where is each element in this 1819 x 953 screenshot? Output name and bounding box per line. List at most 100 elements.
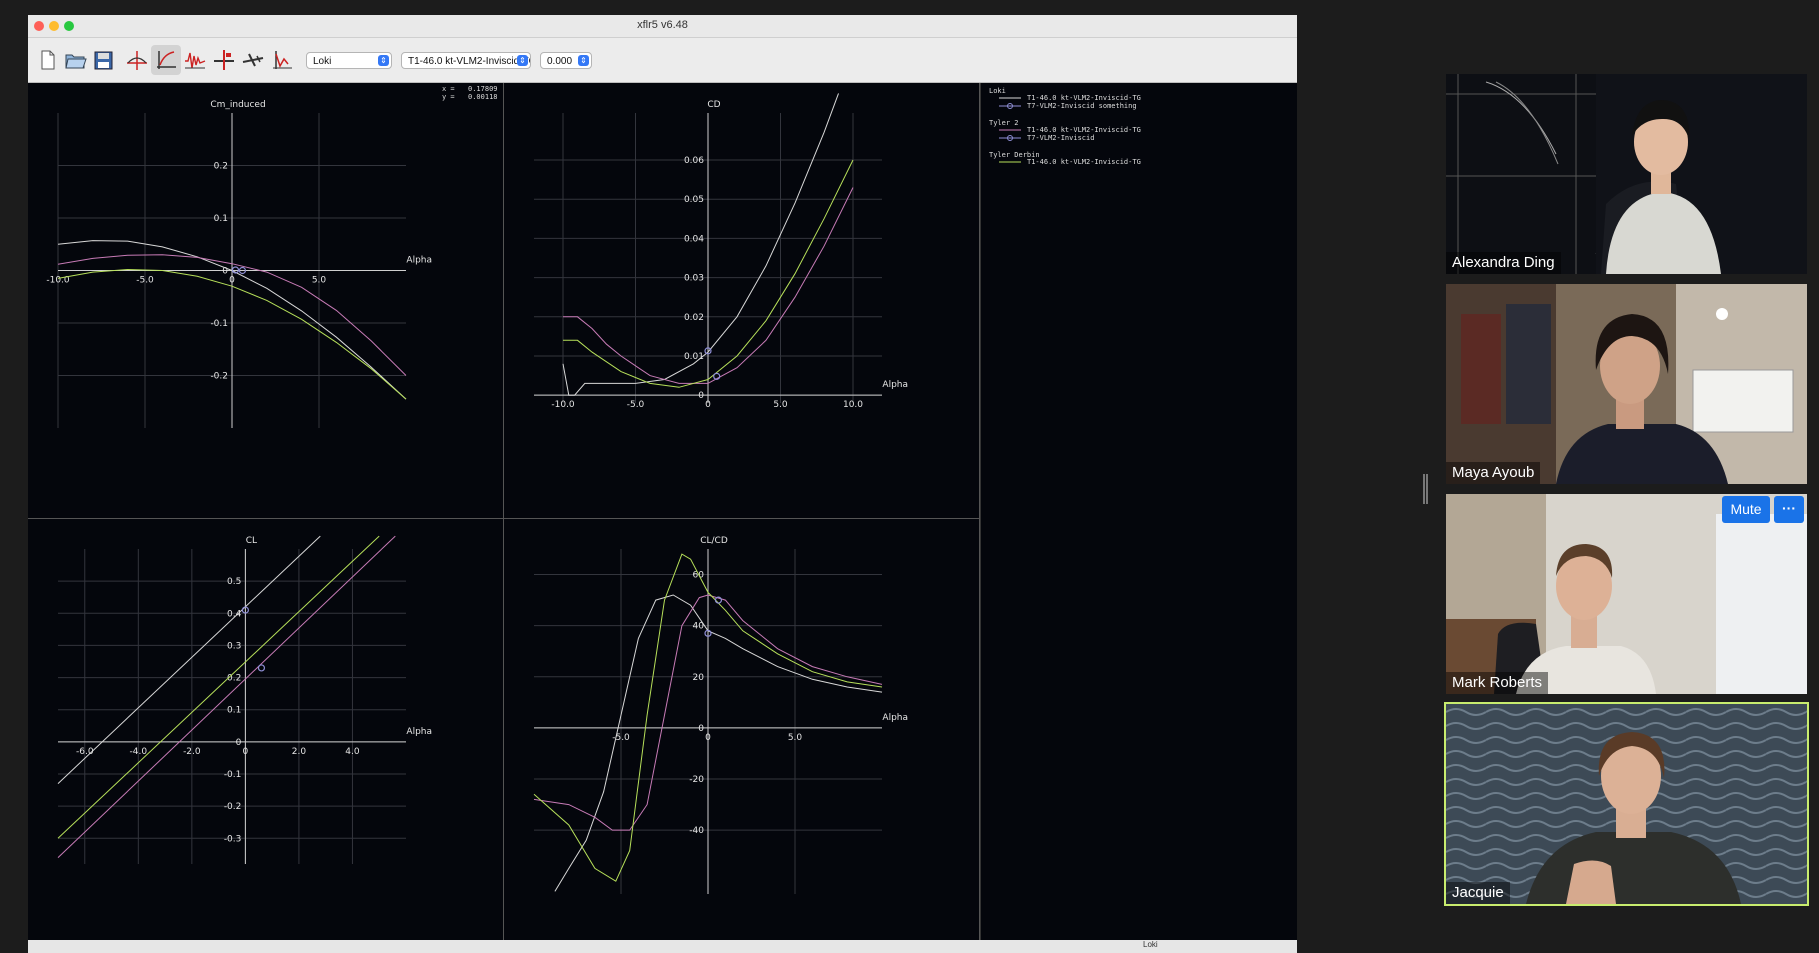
video-tile-alexandra[interactable]: Alexandra Ding xyxy=(1446,74,1807,274)
y-tick-label: 0.04 xyxy=(684,234,704,244)
waveform-icon xyxy=(185,52,206,69)
legend-entry-label: T7-VLM2-Inviscid something xyxy=(1027,102,1137,110)
more-options-button[interactable]: ··· xyxy=(1774,496,1804,523)
cd-chart: -10.0 -5.0 0 5.0 10.0 0.06 0.05 0.04 0.03 0.02 0.0… xyxy=(534,93,908,410)
legend-group-name: Tyler 2 xyxy=(989,119,1019,127)
x-tick-label: 0 xyxy=(705,733,711,743)
x-axis-label: Alpha xyxy=(882,713,908,723)
y-tick-label: 0.05 xyxy=(684,195,704,205)
polar-icon xyxy=(157,51,176,69)
toolbar: Loki ⇕ T1-46.0 kt-VLM2-Inviscid-TG ⇕ 0.0… xyxy=(28,38,1297,83)
mute-participant-button[interactable]: Mute xyxy=(1722,496,1770,523)
chart-title: CL xyxy=(246,536,257,546)
x-tick-label: 4.0 xyxy=(345,747,360,757)
polar-view-button[interactable] xyxy=(151,45,181,75)
status-bar: Loki xyxy=(28,940,1297,953)
y-tick-label: 60 xyxy=(693,571,705,581)
video-tile-mark[interactable]: Mark Roberts xyxy=(1446,494,1807,694)
x-axis-label: Alpha xyxy=(882,380,908,390)
open-folder-icon xyxy=(65,54,87,69)
participant-name: Maya Ayoub xyxy=(1446,462,1541,484)
cl-cd-graph[interactable]: -5.0 0 5.0 60 40 20 0 -20 -40 CL/CD Alpha xyxy=(504,519,980,953)
video-tile-maya[interactable]: Maya Ayoub xyxy=(1446,284,1807,484)
x-tick-label: 0 xyxy=(243,747,249,757)
cm-induced-graph[interactable]: -10.0 -5.0 0 5.0 0.2 0.1 0 -0.1 -0.2 Cm_induced Al… xyxy=(28,83,504,519)
y-tick-label: -0.2 xyxy=(210,372,228,382)
stability-view-button[interactable] xyxy=(267,45,297,75)
x-tick-label: -5.0 xyxy=(627,400,645,410)
chevron-updown-icon: ⇕ xyxy=(378,55,389,66)
x-tick-label: 5.0 xyxy=(312,276,327,286)
y-tick-label: 0.1 xyxy=(227,706,241,716)
opp-view-button[interactable] xyxy=(180,45,210,75)
x-tick-label: -10.0 xyxy=(551,400,575,410)
legend-entry-label: T1-46.0 kt-VLM2-Inviscid-TG xyxy=(1027,126,1141,134)
chevron-updown-icon: ⇕ xyxy=(578,55,589,66)
y-tick-label: -40 xyxy=(689,826,704,836)
y-tick-label: -0.1 xyxy=(210,319,228,329)
y-tick-label: 20 xyxy=(693,673,705,683)
participant-video xyxy=(1446,494,1807,694)
y-tick-label: -20 xyxy=(689,775,704,785)
plane-select[interactable]: Loki ⇕ xyxy=(306,52,392,69)
cl-graph[interactable]: -6.0 -4.0 -2.0 0 2.0 4.0 0.5 0.4 0.3 0.2 0.1 0 -0.1-… xyxy=(28,519,504,953)
participant-video xyxy=(1446,74,1807,274)
stability-icon xyxy=(273,51,292,69)
y-tick-label: 0.2 xyxy=(214,162,228,172)
x-tick-label: -2.0 xyxy=(183,747,201,757)
alpha-select[interactable]: 0.000 ⇕ xyxy=(540,52,592,69)
airfoil-design-button[interactable] xyxy=(122,45,152,75)
y-tick-label: -0.1 xyxy=(224,770,242,780)
polar-select-value: T1-46.0 kt-VLM2-Inviscid-TG xyxy=(408,56,531,67)
participant-video xyxy=(1446,284,1807,484)
y-tick-label: 0.02 xyxy=(684,313,704,323)
y-tick-label: 0.1 xyxy=(214,214,228,224)
chart-title: CD xyxy=(707,100,720,110)
readout-y-label: y = xyxy=(442,93,455,101)
airfoil-icon xyxy=(127,51,147,70)
y-tick-label: 0.2 xyxy=(227,674,241,684)
cl-chart: -6.0 -4.0 -2.0 0 2.0 4.00.50.40.30.20.10-0.1-… xyxy=(57,535,432,864)
cd-graph[interactable]: -10.0 -5.0 0 5.0 10.0 0.06 0.05 0.04 0.03 0.02 0.0… xyxy=(504,83,980,519)
legend-entry-label: T7-VLM2-Inviscid xyxy=(1027,134,1094,142)
cp-view-button[interactable] xyxy=(209,45,239,75)
open-file-button[interactable] xyxy=(60,45,90,75)
title-bar: xflr5 v6.48 xyxy=(28,15,1297,38)
save-disk-icon xyxy=(94,51,113,70)
legend: LokiT1-46.0 kt-VLM2-Inviscid-TGT7-VLM2-I… xyxy=(989,87,1141,166)
x-tick-label: 5.0 xyxy=(788,733,803,743)
y-tick-label: -0.2 xyxy=(224,802,242,812)
panel-splitter-handle[interactable] xyxy=(1423,474,1428,504)
cm-induced-chart: -10.0 -5.0 0 5.00.20.10-0.1-0.2Cm_inducedAl… xyxy=(46,100,432,428)
cl-cd-chart: -5.0 0 5.06040200-20-40CL/CDAlpha xyxy=(533,536,908,894)
participant-name: Jacquie xyxy=(1446,882,1510,904)
participant-name: Alexandra Ding xyxy=(1446,252,1561,274)
legend-entry-label: T1-46.0 kt-VLM2-Inviscid-TG xyxy=(1027,158,1141,166)
polar-select[interactable]: T1-46.0 kt-VLM2-Inviscid-TG ⇕ xyxy=(401,52,531,69)
x-axis-label: Alpha xyxy=(406,256,432,266)
chart-title: CL/CD xyxy=(700,536,728,546)
alpha-select-value: 0.000 xyxy=(547,56,573,67)
y-tick-label: 0.5 xyxy=(227,577,241,587)
3d-view-button[interactable] xyxy=(238,45,268,75)
y-tick-label: 0 xyxy=(698,391,704,401)
legend-panel: Loki T1-46.0 kt-VLM2-Inviscid-TG T7-VLM2-I… xyxy=(980,83,1297,953)
x-tick-label: 5.0 xyxy=(773,400,788,410)
readout-x-value: 0.17809 xyxy=(468,85,498,93)
xflr5-window: xflr5 v6.48 Loki ⇕ T1-46.0 kt-VLM2-Invis… xyxy=(28,15,1297,953)
video-tile-jacquie[interactable]: Jacquie xyxy=(1444,702,1809,906)
y-tick-label: 0 xyxy=(236,738,242,748)
new-file-button[interactable] xyxy=(32,45,62,75)
chevron-updown-icon: ⇕ xyxy=(517,55,528,66)
y-tick-label: 0 xyxy=(698,724,704,734)
polar-plot-area[interactable]: -10.0 -5.0 0 5.0 0.2 0.1 0 -0.1 -0.2 Cm_induced Al… xyxy=(28,83,1297,953)
cp-icon xyxy=(214,50,234,70)
window-title: xflr5 v6.48 xyxy=(637,19,688,31)
x-axis-label: Alpha xyxy=(406,727,432,737)
save-file-button[interactable] xyxy=(88,45,118,75)
plane-3d-icon xyxy=(242,53,264,67)
y-tick-label: 0.03 xyxy=(684,274,704,284)
y-tick-label: -0.3 xyxy=(224,834,242,844)
y-tick-label: 0.01 xyxy=(684,352,704,362)
y-tick-label: 0.06 xyxy=(684,156,704,166)
